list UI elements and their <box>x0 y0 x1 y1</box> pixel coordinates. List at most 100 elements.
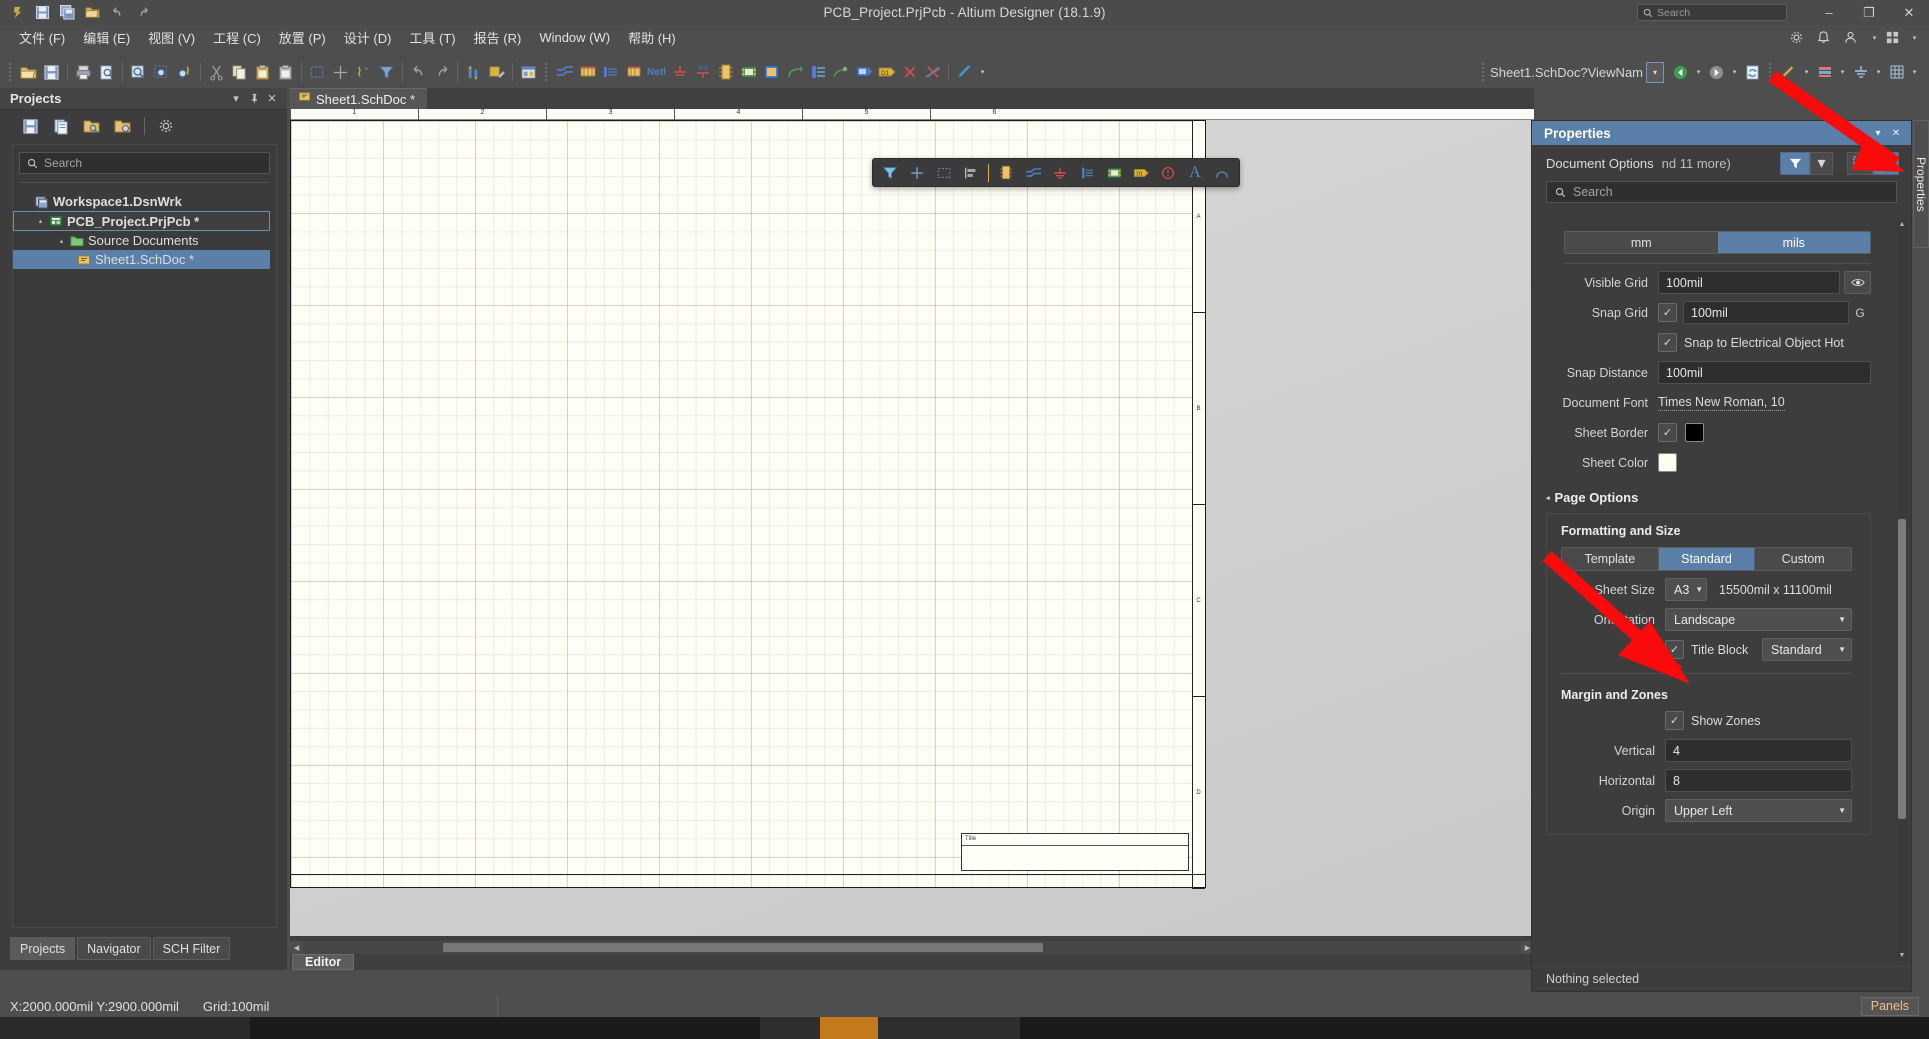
eye-icon[interactable] <box>1844 271 1871 294</box>
place-device-sheet-icon[interactable] <box>783 60 806 84</box>
place-part-icon[interactable] <box>714 60 737 84</box>
properties-vscroll-thumb[interactable] <box>1898 519 1906 819</box>
save-project-icon[interactable] <box>16 113 44 139</box>
settings-gear-icon[interactable] <box>152 113 180 139</box>
place-bus-icon[interactable] <box>576 60 599 84</box>
document-tab-sheet1[interactable]: Sheet1.SchDoc * <box>290 88 427 109</box>
minimize-button[interactable]: – <box>1809 0 1849 25</box>
place-gnd-icon[interactable] <box>668 60 691 84</box>
hscroll-track[interactable] <box>303 941 1521 954</box>
ground-chevron-down-icon[interactable]: ▾ <box>1872 60 1885 84</box>
panels-button[interactable]: Panels <box>1861 997 1919 1016</box>
undo-icon[interactable] <box>106 1 129 25</box>
print-preview-icon[interactable] <box>95 60 118 84</box>
menu-reports[interactable]: 报告 (R) <box>465 25 531 50</box>
layers-chevron-down-icon[interactable]: ▾ <box>1836 60 1849 84</box>
properties-filter-button[interactable] <box>1780 152 1810 175</box>
notifications-icon[interactable] <box>1812 26 1835 50</box>
browse-library-icon[interactable] <box>517 60 540 84</box>
hierarchy-icon[interactable] <box>462 60 485 84</box>
redo-icon[interactable] <box>430 60 453 84</box>
place-arc-icon[interactable] <box>1209 161 1235 185</box>
scroll-up-icon[interactable]: ▲ <box>1897 219 1907 230</box>
ground-icon[interactable] <box>1849 60 1872 84</box>
place-component-icon[interactable] <box>993 161 1019 185</box>
filter-funnel-icon[interactable] <box>877 161 903 185</box>
cut-icon[interactable] <box>205 60 228 84</box>
paste-icon[interactable] <box>251 60 274 84</box>
view-toolbar-grip-2[interactable] <box>1767 63 1774 81</box>
place-vcc-icon[interactable]: Vcc <box>691 60 714 84</box>
menu-design[interactable]: 设计 (D) <box>335 25 401 50</box>
back-icon[interactable] <box>1669 60 1692 84</box>
scroll-down-icon[interactable]: ▼ <box>1897 950 1907 961</box>
expand-caret[interactable]: ▴ <box>55 237 68 245</box>
toolbar-grip[interactable] <box>7 63 14 81</box>
annotate-icon[interactable] <box>485 60 508 84</box>
refresh-icon[interactable] <box>1741 60 1764 84</box>
tree-item-workspace[interactable]: Workspace1.DsnWrk <box>13 192 276 211</box>
menu-window[interactable]: Window (W) <box>530 27 619 48</box>
projects-search-input[interactable]: Search <box>19 152 270 174</box>
scroll-left-icon[interactable]: ◀ <box>290 941 303 954</box>
view-toolbar-grip[interactable] <box>1480 63 1487 81</box>
chevron-down-icon[interactable]: ▾ <box>1869 124 1887 142</box>
place-wire-icon[interactable] <box>1020 161 1046 185</box>
place-netlabel-icon[interactable]: Netl <box>645 60 668 84</box>
snap-distance-input[interactable]: 100mil <box>1658 361 1871 384</box>
clear-filter-icon[interactable] <box>375 60 398 84</box>
settings-gear-icon[interactable] <box>1785 26 1808 50</box>
unit-option-mm[interactable]: mm <box>1565 232 1718 253</box>
horizontal-scrollbar[interactable]: ◀ ▶ <box>290 941 1534 954</box>
place-bus-entry-icon[interactable] <box>622 60 645 84</box>
visible-grid-input[interactable]: 100mil <box>1658 271 1840 294</box>
place-sheet-symbol-icon[interactable] <box>737 60 760 84</box>
title-block-checkbox[interactable]: ✓ <box>1665 640 1684 659</box>
highlight-icon[interactable] <box>953 60 976 84</box>
forward-chevron-down-icon[interactable]: ▾ <box>1728 60 1741 84</box>
properties-vertical-scrollbar[interactable]: ▲ ▼ <box>1897 219 1907 961</box>
grid-icon[interactable] <box>1885 60 1908 84</box>
redo-icon[interactable] <box>131 1 154 25</box>
clear-masking-icon[interactable] <box>1777 60 1800 84</box>
expand-caret[interactable]: ▴ <box>34 217 47 225</box>
view-name-combobox[interactable]: Sheet1.SchDoc?ViewNam ▾ <box>1490 60 1664 84</box>
menu-view[interactable]: 视图 (V) <box>139 25 204 50</box>
menu-place[interactable]: 放置 (P) <box>270 25 335 50</box>
place-harness-entry-icon[interactable] <box>829 60 852 84</box>
sheet-border-color-swatch[interactable] <box>1685 423 1704 442</box>
format-option-standard[interactable]: Standard <box>1659 548 1756 570</box>
toolbar-grip-2[interactable] <box>543 63 550 81</box>
document-font-value[interactable]: Times New Roman, 10 <box>1658 395 1785 411</box>
undo-icon[interactable] <box>407 60 430 84</box>
place-sheet-symbol-icon[interactable] <box>1101 161 1127 185</box>
sheet-color-swatch[interactable] <box>1658 453 1677 472</box>
select-inside-icon[interactable] <box>1873 152 1899 175</box>
align-icon[interactable] <box>958 161 984 185</box>
user-account-icon[interactable] <box>1839 26 1862 50</box>
no-erc-icon[interactable] <box>1155 161 1181 185</box>
schematic-canvas[interactable]: A B C D Title <box>290 120 1534 936</box>
properties-filter-chevron-down-icon[interactable]: ▾ <box>1810 152 1833 175</box>
orientation-dropdown[interactable]: Landscape ▼ <box>1665 608 1852 631</box>
vertical-input[interactable]: 4 <box>1665 739 1852 762</box>
account-chevron-down-icon[interactable]: ▾ <box>1868 26 1881 50</box>
origin-dropdown[interactable]: Upper Left ▼ <box>1665 799 1852 822</box>
select-outside-icon[interactable] <box>1847 152 1873 175</box>
place-port-icon[interactable]: D1 <box>1128 161 1154 185</box>
panel-grid-chevron-down-icon[interactable]: ▾ <box>1908 26 1921 50</box>
format-option-custom[interactable]: Custom <box>1755 548 1851 570</box>
pin-icon[interactable] <box>245 90 263 108</box>
move-icon[interactable] <box>329 60 352 84</box>
title-block[interactable]: Title <box>961 833 1189 871</box>
maximize-button[interactable]: ❐ <box>1849 0 1889 25</box>
open-folder-icon[interactable] <box>81 1 104 25</box>
menu-help[interactable]: 帮助 (H) <box>619 25 685 50</box>
close-project-icon[interactable] <box>109 113 137 139</box>
delete-no-erc-icon[interactable] <box>921 60 944 84</box>
open-document-icon[interactable] <box>17 60 40 84</box>
layers-icon[interactable] <box>1813 60 1836 84</box>
properties-search-input[interactable]: Search <box>1546 181 1897 203</box>
tab-navigator[interactable]: Navigator <box>77 937 151 960</box>
format-option-template[interactable]: Template <box>1562 548 1659 570</box>
